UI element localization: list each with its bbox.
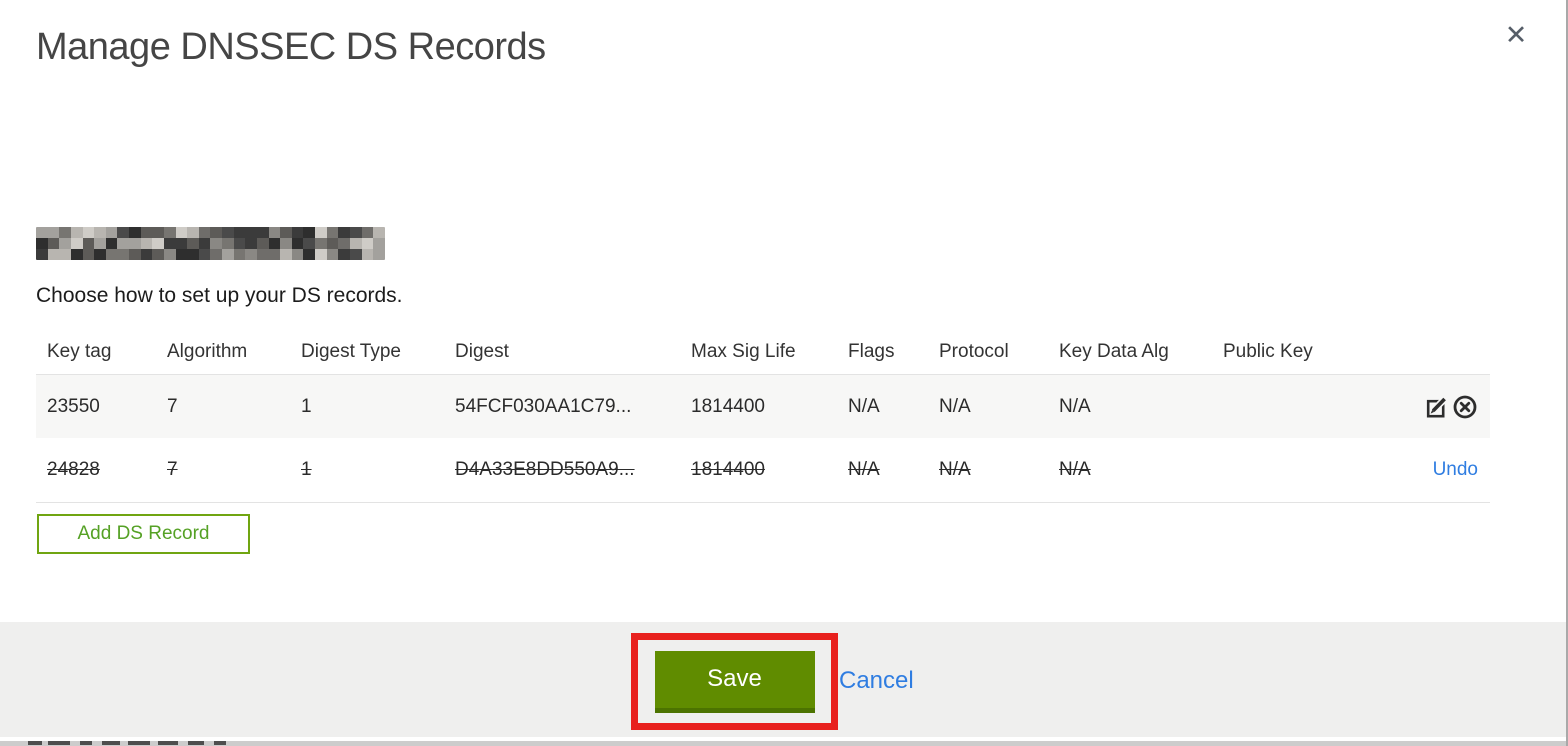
table-row: 23550 7 1 54FCF030AA1C79... 1814400 N/A … xyxy=(36,375,1490,438)
column-header-algorithm: Algorithm xyxy=(167,341,248,362)
cell-protocol: N/A xyxy=(939,395,971,417)
page-title: Manage DNSSEC DS Records xyxy=(36,26,546,68)
edit-icon xyxy=(1426,395,1448,417)
row-actions: Undo xyxy=(1433,459,1490,481)
cell-digest: D4A33E8DD550A9... xyxy=(455,459,635,480)
cell-max-sig-life: 1814400 xyxy=(691,395,765,417)
cell-flags: N/A xyxy=(848,459,880,480)
ds-records-table: Key tag Algorithm Digest Type Digest Max… xyxy=(36,330,1490,503)
annotation-red-box: Save xyxy=(631,633,838,730)
table-header-row: Key tag Algorithm Digest Type Digest Max… xyxy=(36,330,1490,375)
cell-key-tag: 23550 xyxy=(47,395,100,417)
cell-key-data-alg: N/A xyxy=(1059,395,1091,417)
cell-digest: 54FCF030AA1C79... xyxy=(455,395,632,417)
dnssec-ds-records-modal: Manage DNSSEC DS Records ✕ Choose how to… xyxy=(0,0,1568,746)
save-button[interactable]: Save xyxy=(654,650,815,713)
column-header-flags: Flags xyxy=(848,341,895,362)
column-header-protocol: Protocol xyxy=(939,341,1009,362)
column-header-digest-type: Digest Type xyxy=(301,341,401,362)
cell-flags: N/A xyxy=(848,395,880,417)
cell-digest-type: 1 xyxy=(301,395,312,417)
edit-record-button[interactable] xyxy=(1425,394,1451,420)
column-header-key-tag: Key tag xyxy=(47,341,112,362)
column-header-digest: Digest xyxy=(455,341,509,362)
domain-name-redacted xyxy=(36,227,385,260)
underlying-page-edge xyxy=(0,741,1566,746)
delete-record-button[interactable] xyxy=(1452,394,1478,420)
cell-algorithm: 7 xyxy=(167,395,178,417)
column-header-key-data-alg: Key Data Alg xyxy=(1059,341,1169,362)
cell-algorithm: 7 xyxy=(167,459,178,480)
row-actions xyxy=(1425,394,1490,420)
undo-link[interactable]: Undo xyxy=(1433,459,1478,481)
cell-digest-type: 1 xyxy=(301,459,312,480)
cell-key-tag: 24828 xyxy=(47,459,100,480)
close-icon[interactable]: ✕ xyxy=(1498,18,1534,54)
table-row-deleted: 24828 7 1 D4A33E8DD550A9... 1814400 N/A … xyxy=(36,438,1490,503)
cell-max-sig-life: 1814400 xyxy=(691,459,765,480)
instruction-text: Choose how to set up your DS records. xyxy=(36,284,403,307)
modal-footer: Save Cancel xyxy=(0,622,1566,737)
delete-circle-x-icon xyxy=(1453,395,1477,418)
cell-key-data-alg: N/A xyxy=(1059,459,1091,480)
cell-protocol: N/A xyxy=(939,459,971,480)
cancel-link[interactable]: Cancel xyxy=(839,667,914,695)
column-header-public-key: Public Key xyxy=(1223,341,1313,362)
add-ds-record-button[interactable]: Add DS Record xyxy=(37,514,250,554)
column-header-max-sig-life: Max Sig Life xyxy=(691,341,796,362)
